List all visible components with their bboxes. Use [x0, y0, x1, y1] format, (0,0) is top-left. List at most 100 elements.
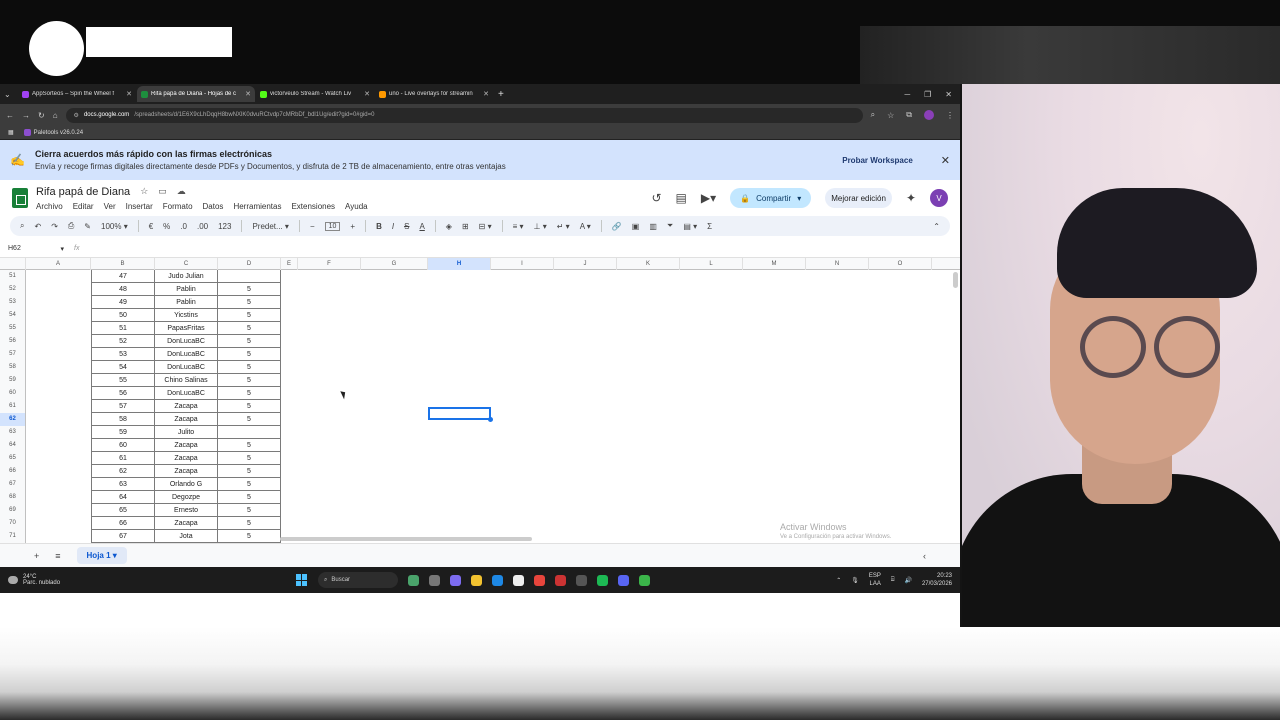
browser-tab[interactable]: victorveulo Stream - Watch Liv ✕: [256, 86, 374, 102]
bold-icon[interactable]: B: [376, 222, 382, 231]
zoom-select[interactable]: 100% ▾: [101, 222, 128, 231]
cell-name[interactable]: DonLucaBC: [155, 348, 218, 361]
add-sheet-icon[interactable]: +: [34, 551, 39, 561]
vertical-scrollbar[interactable]: [953, 272, 958, 288]
search-menus-icon[interactable]: ⌕: [20, 221, 24, 231]
column-header[interactable]: K: [617, 258, 680, 270]
apps-icon[interactable]: ▦: [8, 129, 14, 136]
cell-number[interactable]: 55: [91, 374, 155, 387]
row-header[interactable]: 56: [0, 335, 26, 348]
menu-item[interactable]: Herramientas: [233, 202, 281, 211]
borders-icon[interactable]: ⊞: [462, 222, 469, 231]
select-all-corner[interactable]: [0, 258, 26, 270]
row-header[interactable]: 65: [0, 452, 26, 465]
fill-color-icon[interactable]: ◈: [446, 222, 452, 231]
column-header[interactable]: G: [361, 258, 428, 270]
cell-name[interactable]: Ernesto: [155, 504, 218, 517]
cell-name[interactable]: DonLucaBC: [155, 361, 218, 374]
improve-edition-button[interactable]: Mejorar edición: [825, 188, 892, 208]
cell-name[interactable]: Zacapa: [155, 517, 218, 530]
cell-tickets[interactable]: 5: [218, 491, 281, 504]
reload-icon[interactable]: ↻: [38, 111, 45, 120]
row-header[interactable]: 54: [0, 309, 26, 322]
cell-name[interactable]: Zacapa: [155, 413, 218, 426]
profile-avatar[interactable]: [924, 110, 934, 120]
spreadsheet-grid[interactable]: ABCDEFGHIJKLMNO 51 47 Judo Julian 52 48 Pabli…: [0, 258, 960, 543]
cell-number[interactable]: 61: [91, 452, 155, 465]
column-header[interactable]: H: [428, 258, 491, 270]
calculator-icon[interactable]: [576, 574, 587, 586]
selected-cell[interactable]: [428, 407, 493, 422]
cell-name[interactable]: PapasFritas: [155, 322, 218, 335]
cell-tickets[interactable]: 5: [218, 374, 281, 387]
minimize-icon[interactable]: ─: [904, 90, 910, 99]
menu-item[interactable]: Archivo: [36, 202, 63, 211]
cell-tickets[interactable]: 5: [218, 439, 281, 452]
print-icon[interactable]: ⎙: [68, 221, 74, 231]
cell-tickets[interactable]: 5: [218, 322, 281, 335]
row-header[interactable]: 64: [0, 439, 26, 452]
text-color-icon[interactable]: A: [419, 222, 424, 231]
browser-menu-icon[interactable]: ⋮: [946, 111, 954, 120]
row-header[interactable]: 52: [0, 283, 26, 296]
url-bar[interactable]: ⚙ docs.google.com/spreadsheets/d/1E6X9cL…: [65, 107, 863, 123]
row-header[interactable]: 53: [0, 296, 26, 309]
undo-icon[interactable]: ↶: [34, 222, 41, 231]
discord-icon[interactable]: [618, 574, 629, 586]
cell-name[interactable]: Julito: [155, 426, 218, 439]
font-size-increase-icon[interactable]: +: [350, 222, 355, 231]
cell-number[interactable]: 64: [91, 491, 155, 504]
zoom-icon[interactable]: ⌕: [871, 110, 875, 120]
font-select[interactable]: Predet... ▾: [252, 222, 289, 231]
cell-name[interactable]: Orlando G: [155, 478, 218, 491]
row-header[interactable]: 61: [0, 400, 26, 413]
column-header[interactable]: J: [554, 258, 617, 270]
paint-format-icon[interactable]: ✎: [84, 222, 91, 231]
column-header[interactable]: F: [298, 258, 361, 270]
cell-name[interactable]: Zacapa: [155, 400, 218, 413]
insert-link-icon[interactable]: 🔗: [612, 222, 622, 231]
meet-icon[interactable]: ▶▾: [701, 191, 716, 205]
cell-number[interactable]: 57: [91, 400, 155, 413]
close-window-icon[interactable]: ✕: [945, 90, 952, 99]
cell-name[interactable]: Pablin: [155, 296, 218, 309]
back-icon[interactable]: ←: [6, 111, 14, 120]
functions-icon[interactable]: Σ: [707, 222, 712, 231]
bookmark-paletools[interactable]: Paletools v26.0.24: [23, 128, 83, 136]
text-rotation-icon[interactable]: A ▾: [580, 222, 591, 231]
font-size-input[interactable]: 10: [324, 221, 341, 231]
column-header[interactable]: I: [491, 258, 554, 270]
row-header[interactable]: 67: [0, 478, 26, 491]
all-sheets-icon[interactable]: ≡: [55, 551, 60, 561]
tray-expand-icon[interactable]: ⌃: [836, 577, 841, 584]
menu-item[interactable]: Formato: [163, 202, 193, 211]
cell-tickets[interactable]: 5: [218, 465, 281, 478]
mic-icon[interactable]: 🎙: [851, 577, 859, 584]
cell-number[interactable]: 53: [91, 348, 155, 361]
file-explorer-icon[interactable]: [471, 574, 482, 586]
sheet-tab[interactable]: Hoja 1 ▾: [76, 547, 127, 564]
cell-name[interactable]: Judo Julian: [155, 270, 218, 283]
sheets-logo-icon[interactable]: [12, 188, 28, 208]
browser-tab[interactable]: uno - Live overlays for streamin ✕: [375, 86, 493, 102]
row-header[interactable]: 71: [0, 530, 26, 543]
move-folder-icon[interactable]: ▭: [158, 186, 167, 197]
cell-tickets[interactable]: 5: [218, 530, 281, 543]
cell-number[interactable]: 67: [91, 530, 155, 543]
cell-name[interactable]: Degozpe: [155, 491, 218, 504]
column-header[interactable]: N: [806, 258, 869, 270]
widgets-icon[interactable]: [408, 574, 419, 586]
insert-chart-icon[interactable]: ▥: [649, 222, 657, 231]
merge-cells-icon[interactable]: ⊟ ▾: [479, 222, 492, 231]
language-indicator[interactable]: ESP LAA: [869, 572, 881, 588]
home-icon[interactable]: ⌂: [53, 111, 58, 120]
column-header[interactable]: B: [91, 258, 155, 270]
column-header[interactable]: D: [218, 258, 281, 270]
extensions-icon[interactable]: ⧉: [906, 110, 912, 120]
row-header[interactable]: 51: [0, 270, 26, 283]
history-icon[interactable]: ↺: [651, 191, 661, 205]
cell-tickets[interactable]: 5: [218, 283, 281, 296]
column-header[interactable]: C: [155, 258, 218, 270]
cell-name[interactable]: Zacapa: [155, 439, 218, 452]
row-header[interactable]: 60: [0, 387, 26, 400]
